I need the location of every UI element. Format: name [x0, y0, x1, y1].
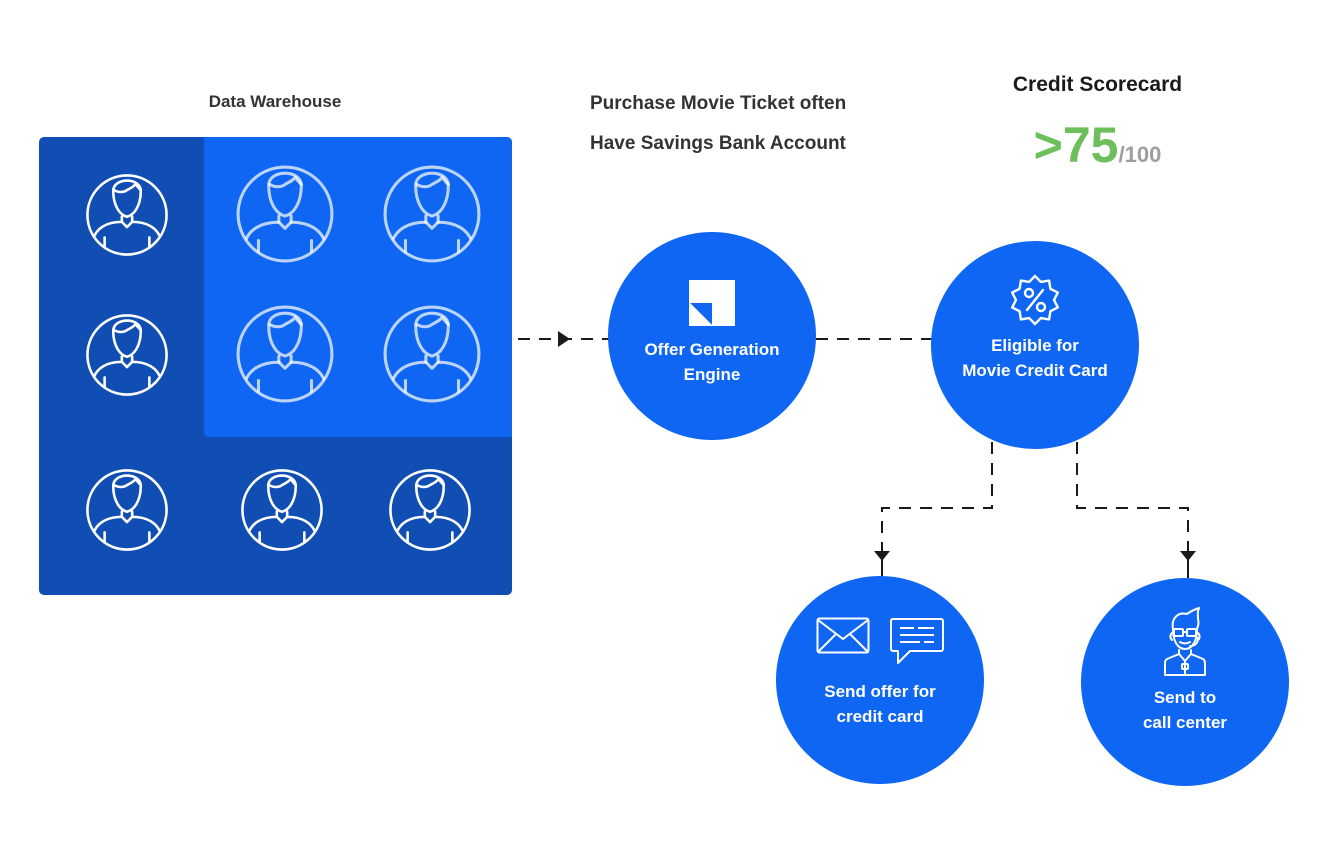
score-threshold: >75: [1033, 117, 1119, 173]
eligible-label-line1: Eligible for: [991, 336, 1079, 355]
condition-movie-tickets: Purchase Movie Ticket often: [590, 93, 847, 114]
send-offer-icons: [816, 617, 944, 665]
segmented-user-icon: [381, 163, 483, 265]
arrowhead-down-call-center: [1180, 551, 1196, 561]
segmented-user-icon: [234, 163, 336, 265]
send-offer-label-line2: credit card: [836, 707, 924, 726]
user-icon: [84, 467, 170, 553]
call-center-label-line2: call center: [1142, 713, 1228, 732]
connector-eligible-send-offer: [881, 442, 993, 552]
offer-generation-engine-node: Offer Generation Engine: [608, 232, 816, 440]
condition-savings-account: Have Savings Bank Account: [590, 133, 846, 154]
call-center-agent-icon: [1164, 607, 1206, 676]
arrowhead-right: [558, 331, 570, 347]
eligible-node: Eligible for Movie Credit Card: [931, 241, 1139, 449]
call-center-label-line1: Send to: [1153, 688, 1217, 707]
engine-label-line2: Engine: [683, 365, 741, 384]
call-center-node: Send to call center: [1081, 578, 1289, 786]
connector-eligible-call-center: [1076, 442, 1189, 552]
data-warehouse-title: Data Warehouse: [208, 92, 342, 111]
user-icon: [239, 467, 325, 553]
chat-message-icon: [890, 618, 944, 664]
send-offer-label-line1: Send offer for: [824, 682, 936, 701]
user-icon: [387, 467, 473, 553]
user-icon: [84, 172, 170, 258]
arrowhead-down-send-offer: [874, 551, 890, 561]
segmented-user-icon: [234, 303, 336, 405]
engine-label-line1: Offer Generation: [644, 340, 780, 359]
score-denominator: /100: [1118, 142, 1162, 167]
discount-badge-icon: [1010, 274, 1060, 326]
engine-logo-icon: [689, 280, 735, 326]
credit-score-value: >75/100: [980, 115, 1215, 185]
segmented-user-icon: [381, 303, 483, 405]
credit-scorecard-title: Credit Scorecard: [1012, 73, 1183, 96]
send-offer-node: Send offer for credit card: [776, 576, 984, 784]
eligible-label-line2: Movie Credit Card: [962, 361, 1108, 380]
envelope-icon: [816, 617, 870, 654]
user-icon: [84, 312, 170, 398]
